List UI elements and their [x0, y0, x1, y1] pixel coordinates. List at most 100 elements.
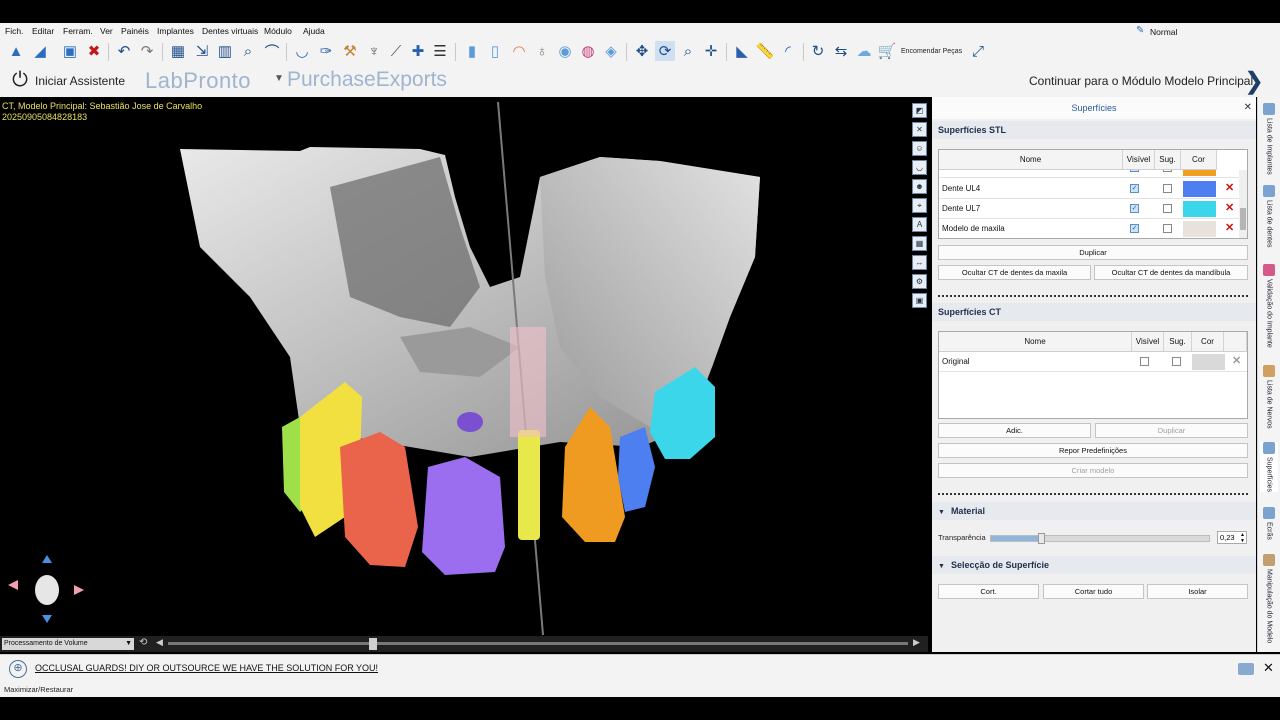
col-name[interactable]: Nome	[939, 332, 1132, 352]
maxilla-3d-render[interactable]	[0, 97, 928, 652]
col-sug[interactable]: Sug.	[1155, 150, 1181, 170]
cloud-icon[interactable]: ☁	[854, 41, 874, 61]
col-visible[interactable]: Visível	[1132, 332, 1164, 352]
transparency-spinbox[interactable]: 0,23 ▲ ▼	[1217, 531, 1247, 544]
reset-view-icon[interactable]: ↻	[808, 41, 828, 61]
transparency-slider[interactable]	[990, 533, 1210, 544]
menu-help[interactable]: Ajuda	[303, 26, 325, 36]
move-icon[interactable]: ✛	[701, 41, 721, 61]
close-case-icon[interactable]: ✖	[84, 41, 104, 61]
visible-checkbox[interactable]: ✓	[1130, 170, 1139, 172]
menu-tools[interactable]: Ferram.	[63, 26, 93, 36]
duplicate-ct-button[interactable]: Duplicar	[1095, 423, 1248, 438]
jaw-view-icon[interactable]: ◡	[912, 160, 927, 175]
isolate-button[interactable]: Isolar	[1147, 584, 1248, 599]
menu-implants[interactable]: Implantes	[157, 26, 194, 36]
color-swatch[interactable]	[1183, 181, 1216, 197]
axis-icon[interactable]: ✕	[912, 122, 927, 137]
undo-icon[interactable]: ↶	[114, 41, 134, 61]
save-icon[interactable]: ▣	[60, 41, 80, 61]
col-sug[interactable]: Sug.	[1164, 332, 1192, 352]
color-swatch[interactable]	[1183, 170, 1216, 176]
table-row[interactable]: Dente UL7 ✓ ✕	[939, 199, 1239, 219]
pan-icon[interactable]: ✥	[632, 41, 652, 61]
measure-icon[interactable]: ⟋	[386, 41, 406, 61]
fullscreen-icon[interactable]: ⤢	[968, 41, 988, 61]
delete-icon[interactable]: ✕	[1232, 354, 1241, 367]
scroll-left-icon[interactable]: ◀	[156, 637, 163, 648]
arrow-left-icon[interactable]	[8, 580, 18, 590]
sug-checkbox[interactable]	[1163, 170, 1172, 172]
sug-checkbox[interactable]	[1172, 357, 1181, 366]
table-scrollbar[interactable]	[1239, 170, 1247, 238]
clip-view-icon[interactable]: ◩	[912, 103, 927, 118]
scroll-right-icon[interactable]: ▶	[913, 637, 920, 648]
orientation-widget[interactable]	[6, 553, 86, 623]
col-color[interactable]: Cor	[1181, 150, 1217, 170]
delete-icon[interactable]: ✕	[1225, 201, 1234, 214]
menu-module[interactable]: Módulo	[264, 26, 292, 36]
power-icon[interactable]: ⏻	[9, 69, 31, 91]
layout-icon[interactable]: ▦	[168, 41, 188, 61]
crosshair-icon[interactable]: ⌖	[912, 198, 927, 213]
delete-icon[interactable]: ✕	[1225, 181, 1234, 194]
delete-icon[interactable]: ✕	[1225, 221, 1234, 234]
color-swatch[interactable]	[1192, 354, 1225, 370]
sug-checkbox[interactable]	[1163, 184, 1172, 193]
reset-defaults-button[interactable]: Repor Predefinições	[938, 443, 1248, 458]
order-parts-label[interactable]: Encomendar Peças	[901, 48, 962, 55]
color-swatch[interactable]	[1183, 221, 1216, 237]
menu-edit[interactable]: Editar	[32, 26, 54, 36]
menu-virtual-teeth[interactable]: Dentes virtuais	[202, 26, 258, 36]
purchaseexports-logo[interactable]: PurchaseExports	[287, 68, 447, 92]
menu-file[interactable]: Fich.	[5, 26, 23, 36]
cut-all-button[interactable]: Cortar tudo	[1043, 584, 1144, 599]
tooth-icon[interactable]: ♆	[364, 41, 384, 61]
visible-checkbox[interactable]: ✓	[1130, 224, 1139, 233]
compare-icon[interactable]: ⇆	[831, 41, 851, 61]
annotation-icon[interactable]: ✚	[408, 41, 428, 61]
rotate-icon[interactable]: ⟳	[655, 41, 675, 61]
close-icon[interactable]: ✕	[1263, 660, 1274, 676]
hide-mandible-button[interactable]: Ocultar CT de dentes da mandíbula	[1094, 265, 1248, 280]
continue-module-button[interactable]: Continuar para o Módulo Modelo Principal	[1029, 74, 1253, 88]
tab-surfaces[interactable]: Superfícies	[1260, 442, 1278, 493]
link-icon[interactable]: ⟲	[139, 637, 147, 648]
arrow-right-icon[interactable]	[74, 585, 84, 595]
tab-teeth-list[interactable]: Lista de dentes	[1260, 185, 1278, 247]
list-icon[interactable]: ☰	[430, 41, 450, 61]
implant-icon[interactable]: ▮	[462, 41, 482, 61]
export-icon[interactable]: ⇲	[192, 41, 212, 61]
tab-screens[interactable]: Ecrãs	[1260, 507, 1278, 540]
col-visible[interactable]: Visível	[1123, 150, 1155, 170]
ruler-icon[interactable]: 📏	[755, 41, 775, 61]
settings-icon[interactable]: ⚙	[912, 274, 927, 289]
render-mode-select[interactable]: Processamento de Volume ▼	[2, 638, 134, 650]
close-icon[interactable]: ✕	[1244, 102, 1252, 113]
table-row[interactable]: Dente UL3 ✓ ✕	[939, 170, 1239, 178]
add-ct-surface-button[interactable]: Adic.	[938, 423, 1091, 438]
table-row[interactable]: Original ✕	[939, 352, 1247, 372]
menu-view[interactable]: Ver	[100, 26, 113, 36]
material-section-header[interactable]: ▼ Material	[932, 502, 1256, 520]
open-icon[interactable]: ◢	[30, 41, 50, 61]
visible-checkbox[interactable]: ✓	[1130, 204, 1139, 213]
visible-checkbox[interactable]: ✓	[1130, 184, 1139, 193]
chevron-down-icon[interactable]: ▼	[274, 73, 284, 84]
scrollbar-thumb[interactable]	[1240, 208, 1246, 230]
arrow-down-icon[interactable]	[42, 615, 52, 623]
panoramic-icon[interactable]: ◡	[292, 41, 312, 61]
labpronto-logo[interactable]: LabPronto	[145, 68, 251, 94]
face-icon[interactable]: ☺	[912, 141, 927, 156]
volume-slider-thumb[interactable]	[369, 638, 377, 650]
jaw-icon[interactable]: ◠	[509, 41, 529, 61]
nerve-icon[interactable]: ✑	[316, 41, 336, 61]
new-icon[interactable]: ▲	[6, 41, 26, 61]
sleeve-icon[interactable]: ◉	[555, 41, 575, 61]
col-color[interactable]: Cor	[1192, 332, 1224, 352]
angle-icon[interactable]: ◜	[778, 41, 798, 61]
cart-icon[interactable]: 🛒	[877, 41, 897, 61]
virtual-tooth-icon[interactable]: ♁	[532, 41, 552, 61]
chevron-right-icon[interactable]: ❯	[1244, 67, 1264, 96]
text-icon[interactable]: A	[912, 217, 927, 232]
